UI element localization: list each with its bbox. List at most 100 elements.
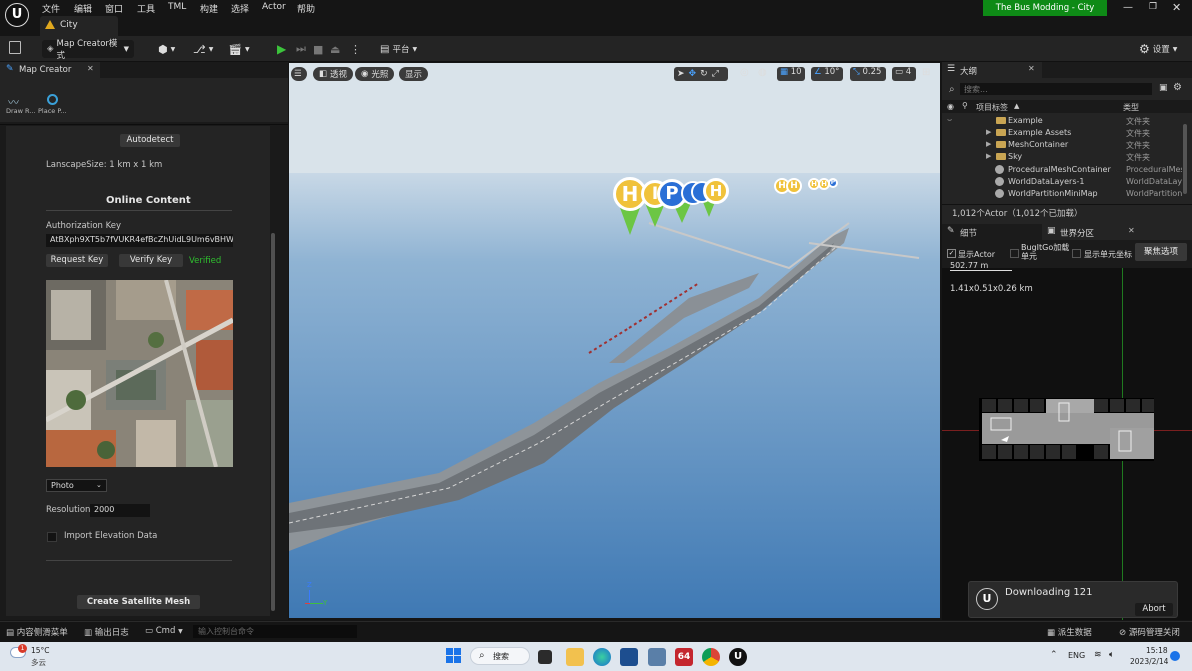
tool-draw-road-label[interactable]: Draw R...: [6, 107, 36, 115]
tree-row[interactable]: WorldDataLayers-1 WorldDataLaye: [942, 176, 1182, 188]
minimize-button[interactable]: —: [1123, 2, 1133, 13]
focus-selection-button[interactable]: 聚焦选项: [1135, 243, 1187, 261]
menu-tml[interactable]: TML: [168, 2, 186, 12]
menu-window[interactable]: 窗口: [105, 2, 123, 15]
play-button[interactable]: ▶: [277, 40, 286, 58]
resolution-input[interactable]: 2000: [90, 504, 150, 517]
outliner-search-input[interactable]: 搜索...: [960, 83, 1152, 95]
perspective-button[interactable]: ◧ 透视: [313, 67, 354, 81]
unreal-taskbar-icon[interactable]: U: [729, 648, 747, 666]
photos-icon[interactable]: [648, 648, 666, 666]
play-options-button[interactable]: ⋮: [350, 40, 361, 58]
auth-key-input[interactable]: AtBXph9XT5b7fVUKR4efBcZhUidL9Um6vBHW_: [46, 234, 233, 247]
content-drawer-button[interactable]: ▤ 内容侧滑菜单: [6, 626, 68, 638]
left-panel-scrollbar[interactable]: [271, 233, 275, 611]
rotate-icon[interactable]: ↻: [700, 69, 708, 79]
blueprint-button[interactable]: ⎇ ▼: [193, 40, 213, 58]
source-control-button[interactable]: ⊘ 源码管理关闭: [1119, 626, 1180, 638]
import-elevation-checkbox[interactable]: [47, 532, 57, 542]
place-point-icon[interactable]: [47, 94, 58, 105]
layout-icon[interactable]: ⊞: [922, 67, 930, 78]
file-explorer-icon[interactable]: [566, 648, 584, 666]
viewport-menu-button[interactable]: ☰: [291, 67, 307, 81]
menu-file[interactable]: 文件: [42, 2, 60, 15]
rotation-snap-button[interactable]: ∠ 10°: [811, 67, 843, 81]
create-satellite-mesh-button[interactable]: Create Satellite Mesh: [77, 595, 200, 609]
outliner-scrollbar[interactable]: [1183, 124, 1187, 194]
wifi-icon[interactable]: ≋: [1094, 650, 1102, 660]
pin-icon[interactable]: ⚲: [962, 101, 968, 110]
menu-actor[interactable]: Actor: [262, 2, 286, 12]
volume-icon[interactable]: 🔈︎: [1109, 650, 1114, 660]
scale-icon[interactable]: ⤢: [712, 69, 719, 79]
menu-help[interactable]: 帮助: [297, 2, 315, 15]
select-icon[interactable]: ➤: [677, 69, 685, 79]
tree-row[interactable]: ProceduralMeshContainer ProceduralMes: [942, 164, 1182, 176]
map-creator-tab[interactable]: ✎ Map Creator ✕: [0, 62, 100, 78]
app-64-icon[interactable]: 64: [675, 648, 693, 666]
derived-data-button[interactable]: ▦ 派生数据: [1047, 626, 1092, 638]
stop-button[interactable]: ■: [313, 40, 323, 58]
tool-place-point-label[interactable]: Place P...: [38, 107, 66, 115]
menu-select[interactable]: 选择: [231, 2, 249, 15]
menu-tools[interactable]: 工具: [137, 2, 155, 15]
tree-row[interactable]: Example 文件夹: [942, 115, 1182, 127]
move-icon[interactable]: ✥: [689, 69, 697, 79]
image-type-select[interactable]: Photo ⌄: [46, 479, 107, 492]
console-input[interactable]: 输入控制台命令: [193, 625, 357, 638]
edge-browser-icon[interactable]: [593, 648, 611, 666]
tray-chevron-icon[interactable]: ⌃: [1050, 650, 1058, 660]
notification-icon[interactable]: [1170, 651, 1180, 661]
save-icon[interactable]: [9, 41, 21, 54]
taskbar-search[interactable]: ⌕ 搜索: [470, 647, 530, 665]
column-type-header[interactable]: 类型: [1123, 102, 1139, 113]
tree-row[interactable]: ▶ Sky 文件夹: [942, 151, 1182, 163]
gear-icon[interactable]: ⚙: [1173, 82, 1182, 93]
abort-button[interactable]: Abort: [1135, 603, 1173, 616]
tree-row[interactable]: ▶ Example Assets 文件夹: [942, 127, 1182, 139]
outliner-tab[interactable]: ☰ 大纲 ✕: [942, 62, 1042, 78]
world-partition-view[interactable]: ✓ 显示Actor BugItGo加载单元 显示单元坐标 聚焦选项 502.77…: [942, 240, 1192, 620]
show-cell-coords-checkbox[interactable]: [1072, 249, 1081, 258]
lighting-button[interactable]: ◉ 光照: [355, 67, 395, 81]
close-tab-icon[interactable]: ✕: [87, 64, 94, 73]
camera-speed-button[interactable]: ▭ 4: [892, 67, 916, 81]
unreal-logo-icon[interactable]: U: [5, 3, 29, 27]
add-content-button[interactable]: ⬢ ▼: [158, 40, 175, 58]
maximize-button[interactable]: ❐: [1149, 2, 1157, 12]
cinematics-button[interactable]: 🎬︎ ▼: [228, 40, 250, 58]
eject-button[interactable]: ⏏: [330, 40, 340, 58]
verify-key-button[interactable]: Verify Key: [119, 254, 183, 267]
request-key-button[interactable]: Request Key: [46, 254, 108, 267]
tree-row[interactable]: ▶ MeshContainer 文件夹: [942, 139, 1182, 151]
output-log-button[interactable]: ▥ 输出日志: [84, 626, 129, 638]
scale-snap-button[interactable]: ⤡ 0.25: [850, 67, 886, 81]
tree-row[interactable]: WorldPartitionMiniMap WorldPartition: [942, 188, 1182, 200]
settings-button[interactable]: ⚙ 设置 ▼: [1139, 40, 1177, 58]
step-button[interactable]: ⏭: [296, 40, 306, 58]
task-view-icon[interactable]: [538, 650, 552, 664]
language-indicator[interactable]: ENG: [1068, 651, 1085, 660]
close-tab-icon[interactable]: ✕: [1128, 226, 1135, 235]
close-window-button[interactable]: ✕: [1172, 1, 1181, 14]
details-tab[interactable]: ✎ 细节: [942, 224, 1042, 240]
level-tab[interactable]: City: [40, 16, 118, 36]
windows-start-icon[interactable]: [446, 648, 462, 664]
column-label-header[interactable]: 项目标签: [976, 102, 1008, 113]
cmd-dropdown[interactable]: ▭ Cmd ▼: [145, 626, 183, 636]
bugitgo-checkbox[interactable]: [1010, 249, 1019, 258]
world-partition-tab[interactable]: ▣ 世界分区 ✕: [1042, 224, 1142, 240]
menu-edit[interactable]: 编辑: [74, 2, 92, 15]
grid-snap-button[interactable]: ▦ 10: [777, 67, 805, 81]
level-viewport[interactable]: H I P H H H H H P ☰ ◧ 透视 ◉ 光照 显示 ➤ ✥ ↻ ⤢ ◎…: [289, 63, 940, 618]
menu-build[interactable]: 构建: [200, 2, 218, 15]
show-actor-checkbox[interactable]: ✓: [947, 249, 956, 258]
store-icon[interactable]: [620, 648, 638, 666]
chrome-icon[interactable]: [702, 648, 720, 666]
add-folder-icon[interactable]: ▣: [1159, 83, 1168, 93]
autodetect-button[interactable]: Autodetect: [120, 134, 180, 147]
surface-snap-icon[interactable]: ◍: [758, 67, 767, 78]
show-button[interactable]: 显示: [399, 67, 429, 81]
close-tab-icon[interactable]: ✕: [1028, 64, 1035, 73]
eye-icon[interactable]: ◉: [947, 102, 954, 111]
